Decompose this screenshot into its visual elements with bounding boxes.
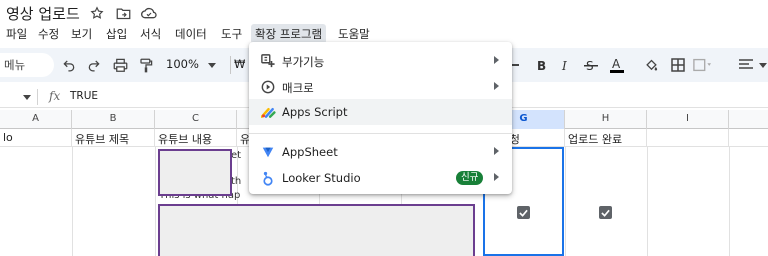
addons-icon [260,53,276,69]
cell-b1[interactable]: 유튜브 제목 [72,129,155,147]
menu-item-appsheet[interactable]: AppSheet [249,139,512,165]
menu-divider [249,133,512,134]
column-header-i[interactable]: I [647,110,729,129]
submenu-arrow-icon [494,173,499,181]
menu-data[interactable]: 데이터 [171,24,211,44]
submenu-arrow-icon [494,147,499,155]
menu-item-looker-studio[interactable]: Looker Studio 신규 [249,165,512,191]
undo-icon[interactable] [60,56,78,74]
zoom-select[interactable]: 100% [166,57,199,71]
menu-view[interactable]: 보기 [67,24,96,44]
redo-icon[interactable] [85,56,103,74]
menu-search-input[interactable]: 메뉴 [0,53,54,77]
currency-format-button[interactable]: ₩ [234,57,245,71]
extensions-menu: 부가기능 매크로 Apps Script AppSheet Looker Stu… [249,42,512,194]
align-dropdown-icon[interactable] [754,56,768,74]
cell-a1[interactable]: lo [0,129,72,147]
bold-icon[interactable]: B [532,56,550,74]
thumbnail-image-2[interactable] [158,204,475,256]
appsheet-icon [260,144,276,160]
submenu-arrow-icon [494,82,499,90]
cell-h1[interactable]: 업로드 완료 [565,129,647,147]
column-header-b[interactable]: B [72,110,155,129]
looker-studio-icon [260,170,276,186]
menu-edit[interactable]: 수정 [34,24,63,44]
cell-c2-text: et [231,150,242,161]
text-color-icon[interactable]: A [608,56,626,74]
menu-tools[interactable]: 도구 [217,24,246,44]
svg-text:B: B [537,59,546,72]
svg-text:I: I [561,59,567,72]
borders-icon[interactable] [669,56,687,74]
formula-divider [37,89,38,105]
strikethrough-icon[interactable]: S [582,56,600,74]
menu-file[interactable]: 파일 [2,24,31,44]
cell-c3-text: th [231,176,242,187]
fill-color-icon[interactable] [642,56,660,74]
cell-i1[interactable] [647,129,729,147]
submenu-arrow-icon [494,56,499,64]
align-icon[interactable] [737,56,755,74]
merge-cells-icon[interactable] [693,56,711,74]
print-icon[interactable] [111,56,129,74]
cell-c1[interactable]: 유튜브 내용 [155,129,237,147]
paint-format-icon[interactable] [137,56,155,74]
menu-item-addons-label: 부가기능 [282,55,325,69]
checkbox-h[interactable] [599,206,612,219]
star-icon[interactable] [88,4,106,22]
menu-item-appsheet-label: AppSheet [282,145,338,159]
menu-format[interactable]: 서식 [136,24,165,44]
svg-text:A: A [612,57,621,71]
move-to-folder-icon[interactable] [114,4,132,22]
zoom-dropdown-icon[interactable] [203,56,221,74]
menu-item-macros-label: 매크로 [282,81,314,95]
column-header-a[interactable]: A [0,110,72,129]
column-header-c[interactable]: C [155,110,237,129]
menu-item-macros[interactable]: 매크로 [249,74,512,100]
name-box-dropdown-icon[interactable] [18,88,36,106]
menu-item-apps-script[interactable]: Apps Script [249,99,512,125]
menu-bar: 파일 수정 보기 삽입 서식 데이터 도구 확장 프로그램 도움말 [0,22,768,44]
menu-extensions[interactable]: 확장 프로그램 [251,24,327,44]
menu-insert[interactable]: 삽입 [102,24,131,44]
apps-script-icon [260,104,276,120]
menu-item-addons[interactable]: 부가기능 [249,48,512,74]
document-title[interactable]: 영상 업로드 [6,3,80,24]
cloud-saved-icon[interactable] [140,4,158,22]
fx-icon: fx [49,89,61,103]
thumbnail-image-1[interactable] [158,149,232,196]
new-badge: 신규 [456,171,484,185]
italic-icon[interactable]: I [557,56,575,74]
macro-play-icon [260,79,276,95]
menu-item-apps-script-label: Apps Script [282,105,348,119]
menu-help[interactable]: 도움말 [334,24,374,44]
formula-input[interactable]: TRUE [70,90,98,102]
menu-item-looker-studio-label: Looker Studio [282,171,361,185]
column-header-h[interactable]: H [565,110,647,129]
checkbox-g[interactable] [517,206,530,219]
